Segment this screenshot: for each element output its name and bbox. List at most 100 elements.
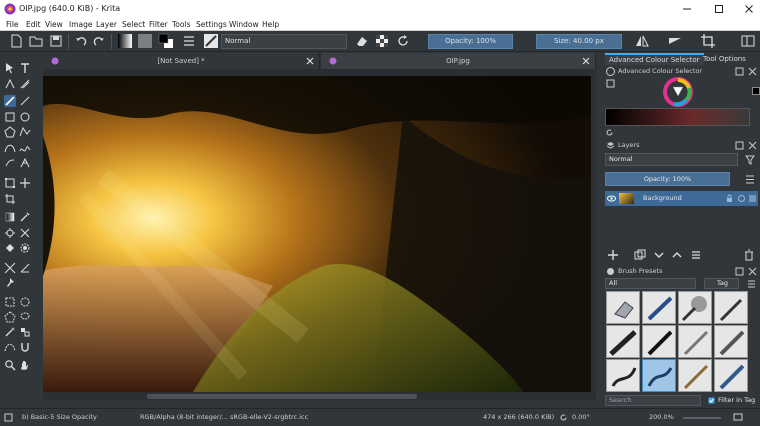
filter-in-tag-checkbox[interactable]: Filter in Tag bbox=[708, 395, 760, 406]
colorize-mask-tool[interactable] bbox=[4, 227, 16, 239]
freehand-path-tool[interactable] bbox=[19, 142, 31, 154]
brush-preset-marker[interactable] bbox=[606, 325, 640, 358]
current-colour-swatch[interactable] bbox=[752, 87, 760, 95]
lock-icon[interactable] bbox=[725, 194, 734, 203]
move-layer-down-icon[interactable] bbox=[653, 249, 665, 261]
text-tool[interactable] bbox=[19, 62, 31, 74]
preset-filter-select[interactable]: All bbox=[605, 278, 696, 289]
add-layer-icon[interactable] bbox=[607, 249, 619, 261]
brush-preset-texture[interactable] bbox=[714, 359, 748, 392]
menu-filter[interactable]: Filter bbox=[149, 20, 168, 29]
ellipse-tool[interactable] bbox=[19, 111, 31, 123]
line-tool[interactable] bbox=[19, 95, 31, 107]
duplicate-layer-icon[interactable] bbox=[634, 249, 646, 261]
brush-preset-fineliner[interactable] bbox=[642, 325, 676, 358]
maximize-button[interactable] bbox=[704, 0, 734, 18]
edit-shapes-tool[interactable] bbox=[4, 78, 16, 90]
shade-selector[interactable] bbox=[605, 108, 750, 126]
brush-preset-button[interactable] bbox=[203, 33, 219, 49]
save-button[interactable] bbox=[48, 33, 64, 49]
inherit-alpha-icon[interactable] bbox=[748, 194, 757, 203]
dock-toggle-button[interactable] bbox=[740, 33, 756, 49]
freehand-brush-tool[interactable] bbox=[4, 95, 16, 107]
transform-tool[interactable] bbox=[4, 177, 16, 189]
menu-select[interactable]: Select bbox=[122, 20, 145, 29]
contiguous-selection-tool[interactable] bbox=[4, 326, 16, 338]
move-layer-up-icon[interactable] bbox=[671, 249, 683, 261]
multibrush-tool[interactable] bbox=[19, 157, 31, 169]
enclose-fill-tool[interactable] bbox=[19, 242, 31, 254]
reference-images-tool[interactable] bbox=[4, 277, 16, 289]
presets-menu-icon[interactable] bbox=[747, 280, 756, 288]
reload-preset-button[interactable] bbox=[395, 33, 411, 49]
select-shapes-tool[interactable] bbox=[4, 62, 16, 74]
eraser-toggle[interactable] bbox=[354, 33, 370, 49]
close-panel-icon[interactable] bbox=[748, 141, 757, 150]
freehand-selection-tool[interactable] bbox=[19, 311, 31, 323]
brush-preset-charcoal[interactable] bbox=[714, 325, 748, 358]
gradient-tool[interactable] bbox=[4, 211, 16, 223]
tab-advanced-colour-selector[interactable]: Advanced Colour Selector bbox=[605, 53, 704, 65]
new-document-button[interactable] bbox=[8, 33, 24, 49]
float-panel-icon[interactable] bbox=[735, 267, 744, 276]
alpha-lock-icon[interactable] bbox=[737, 194, 746, 203]
float-panel-icon[interactable] bbox=[735, 67, 744, 76]
zoom-level-status[interactable]: 200.0% bbox=[649, 413, 674, 421]
redo-button[interactable] bbox=[91, 33, 107, 49]
gradient-picker[interactable] bbox=[117, 33, 133, 49]
undo-button[interactable] bbox=[73, 33, 89, 49]
polygon-tool[interactable] bbox=[4, 126, 16, 138]
fill-tool[interactable] bbox=[4, 242, 16, 254]
tab-tool-options[interactable]: Tool Options bbox=[699, 53, 750, 65]
foreground-background-color[interactable] bbox=[158, 33, 174, 49]
rectangular-selection-tool[interactable] bbox=[4, 296, 16, 308]
filter-icon[interactable] bbox=[745, 155, 755, 165]
close-tab-icon[interactable] bbox=[581, 56, 591, 66]
pan-tool[interactable] bbox=[19, 359, 31, 371]
brush-preset-pencil[interactable] bbox=[678, 325, 712, 358]
rectangle-tool[interactable] bbox=[4, 111, 16, 123]
brush-preset-airbrush[interactable] bbox=[678, 291, 712, 324]
delete-layer-icon[interactable] bbox=[743, 249, 755, 261]
float-panel-icon[interactable] bbox=[735, 141, 744, 150]
mirror-vertical-button[interactable] bbox=[667, 33, 683, 49]
polygonal-selection-tool[interactable] bbox=[4, 311, 16, 323]
tab-oip-jpg[interactable]: OIP.jpg bbox=[321, 53, 596, 69]
dynamic-brush-tool[interactable] bbox=[4, 157, 16, 169]
layer-properties-icon[interactable] bbox=[690, 249, 702, 261]
colour-settings-icon[interactable] bbox=[606, 79, 615, 88]
minimize-button[interactable] bbox=[672, 0, 702, 18]
layer-row-background[interactable]: Background bbox=[605, 191, 758, 206]
mirror-horizontal-button[interactable] bbox=[634, 33, 650, 49]
horizontal-scrollbar[interactable] bbox=[43, 393, 592, 400]
brush-settings-button[interactable] bbox=[181, 33, 197, 49]
tab-not-saved[interactable]: [Not Saved] * bbox=[43, 53, 320, 69]
size-slider[interactable]: Size: 40.00 px bbox=[536, 34, 622, 49]
bezier-selection-tool[interactable] bbox=[4, 341, 16, 353]
menu-window[interactable]: Window bbox=[229, 20, 259, 29]
blend-mode-select[interactable]: Normal bbox=[221, 34, 347, 49]
smart-patch-tool[interactable] bbox=[19, 227, 31, 239]
color-picker-tool[interactable] bbox=[19, 211, 31, 223]
measure-tool[interactable] bbox=[19, 262, 31, 274]
menu-layer[interactable]: Layer bbox=[96, 20, 117, 29]
brush-preset-eraser[interactable] bbox=[606, 291, 640, 324]
fullscreen-icon[interactable] bbox=[733, 413, 743, 422]
layer-blend-mode-select[interactable]: Normal bbox=[605, 153, 738, 166]
visibility-eye-icon[interactable] bbox=[607, 194, 616, 203]
vertical-scrollbar[interactable] bbox=[591, 69, 596, 393]
pattern-picker[interactable] bbox=[137, 33, 153, 49]
zoom-tool[interactable] bbox=[4, 359, 16, 371]
brush-preset-pen-blue[interactable] bbox=[642, 291, 676, 324]
crop-tool[interactable] bbox=[4, 193, 16, 205]
bezier-tool[interactable] bbox=[4, 142, 16, 154]
magnetic-selection-tool[interactable] bbox=[19, 341, 31, 353]
preserve-alpha-toggle[interactable] bbox=[374, 33, 390, 49]
menu-edit[interactable]: Edit bbox=[26, 20, 41, 29]
brush-preset-ink[interactable] bbox=[714, 291, 748, 324]
rotation-status[interactable]: 0.00° bbox=[572, 413, 590, 421]
canvas-area[interactable] bbox=[43, 69, 596, 400]
preset-search-input[interactable]: Search bbox=[605, 395, 701, 406]
menu-file[interactable]: File bbox=[6, 20, 19, 29]
menu-help[interactable]: Help bbox=[262, 20, 279, 29]
